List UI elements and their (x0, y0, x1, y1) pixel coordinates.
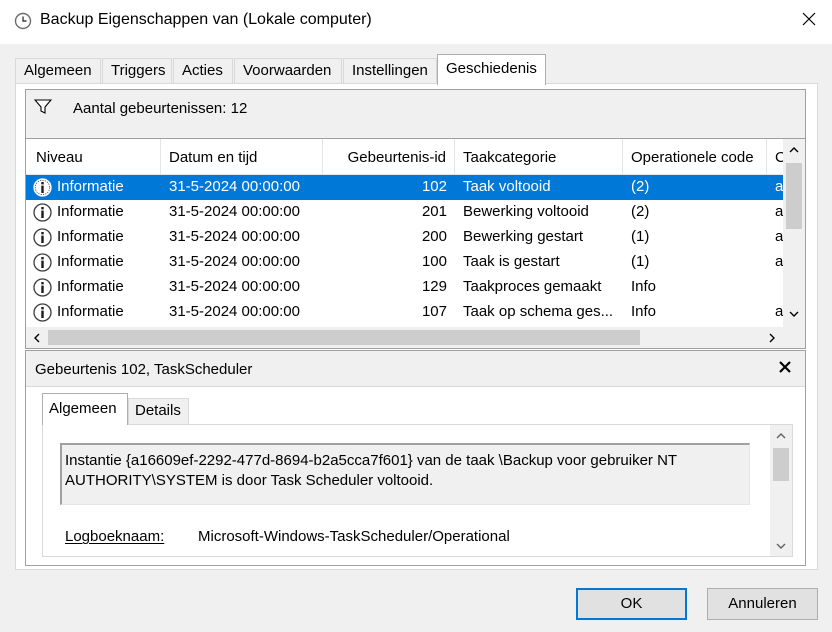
detail-scroll-thumb[interactable] (773, 448, 789, 481)
cell-event-id: 102 (421, 178, 447, 195)
close-icon[interactable] (779, 361, 791, 373)
cell-event-id: 200 (421, 228, 447, 245)
detail-tab-panel: Instantie {a16609ef-2292-477d-8694-b2a5c… (42, 424, 793, 557)
scroll-left-arrow[interactable] (26, 327, 48, 348)
event-description[interactable]: Instantie {a16609ef-2292-477d-8694-b2a5c… (60, 443, 750, 505)
chevron-down-icon (776, 543, 786, 549)
column-header-datum[interactable]: Datum en tijd (161, 139, 323, 175)
detail-tab-details[interactable]: Details (128, 398, 189, 424)
cell-opcode: (1) (631, 228, 650, 245)
scroll-up-arrow[interactable] (783, 139, 805, 160)
cell-extra: a (775, 303, 783, 320)
cell-opcode: (2) (631, 178, 650, 195)
detail-tab-algemeen[interactable]: Algemeen (42, 393, 128, 425)
ok-button[interactable]: OK (576, 588, 687, 620)
tab-voorwaarden[interactable]: Voorwaarden (234, 58, 342, 84)
event-count: Aantal gebeurtenissen: 12 (73, 100, 248, 117)
cell-datetime: 31-5-2024 00:00:00 (169, 228, 300, 245)
cell-extra: a (775, 178, 783, 195)
chevron-left-icon (34, 333, 40, 342)
cell-category: Bewerking gestart (463, 228, 584, 245)
detail-vertical-scrollbar[interactable] (770, 425, 792, 556)
chevron-right-icon (769, 333, 775, 342)
table-row[interactable]: Informatie 31-5-2024 00:00:00 129 Taakproce… (26, 275, 783, 300)
log-name-value[interactable]: Microsoft-Windows-TaskScheduler/Operatio… (198, 528, 510, 545)
cell-datetime: 31-5-2024 00:00:00 (169, 253, 300, 270)
cell-event-id: 129 (421, 278, 447, 295)
event-grid: Niveau Datum en tijd Gebeurtenis-id Taak… (25, 138, 806, 349)
window-title: Backup Eigenschappen van (Lokale compute… (40, 11, 372, 28)
cell-event-id: 201 (421, 203, 447, 220)
cell-level: Informatie (57, 203, 124, 220)
close-icon (802, 12, 816, 26)
cell-event-id: 107 (421, 303, 447, 320)
column-header-opcode[interactable]: Operationele code (623, 139, 767, 175)
tab-geschiedenis[interactable]: Geschiedenis (437, 54, 546, 85)
cell-level: Informatie (57, 253, 124, 270)
scroll-right-arrow[interactable] (761, 327, 783, 348)
tab-acties[interactable]: Acties (173, 58, 233, 84)
log-name-label: Logboeknaam: (65, 528, 165, 545)
scroll-down-arrow[interactable] (783, 303, 805, 324)
tab-triggers[interactable]: Triggers (102, 58, 172, 84)
cell-datetime: 31-5-2024 00:00:00 (169, 303, 300, 320)
cell-opcode: Info (631, 303, 657, 320)
cell-datetime: 31-5-2024 00:00:00 (169, 203, 300, 220)
cell-datetime: 31-5-2024 00:00:00 (169, 178, 300, 195)
chevron-down-icon (789, 311, 799, 317)
column-header-niveau[interactable]: Niveau (26, 139, 161, 175)
cell-category: Bewerking voltooid (463, 203, 589, 220)
cell-level: Informatie (57, 178, 124, 195)
cell-opcode: (2) (631, 203, 650, 220)
table-row[interactable]: Informatie 31-5-2024 00:00:00 201 Bewerking… (26, 200, 783, 225)
table-row[interactable]: Informatie 31-5-2024 00:00:00 100 Taak is g… (26, 250, 783, 275)
detail-title: Gebeurtenis 102, TaskScheduler (35, 361, 253, 378)
tab-algemeen[interactable]: Algemeen (15, 58, 101, 84)
grid-vertical-scrollbar[interactable] (783, 139, 805, 327)
cell-category: Taak op schema ges... (463, 303, 614, 320)
cell-extra: a (775, 253, 783, 270)
cell-category: Taakproces gemaakt (463, 278, 602, 295)
cell-opcode: Info (631, 278, 657, 295)
table-row[interactable]: Informatie 31-5-2024 00:00:00 200 Bewerking… (26, 225, 783, 250)
chevron-up-icon (776, 432, 786, 438)
cell-category: Taak voltooid (463, 178, 551, 195)
cell-level: Informatie (57, 278, 124, 295)
cell-event-id: 100 (421, 253, 447, 270)
cell-extra: a (775, 203, 783, 220)
cell-datetime: 31-5-2024 00:00:00 (169, 278, 300, 295)
cell-category: Taak is gestart (463, 253, 560, 270)
column-header-categorie[interactable]: Taakcategorie (455, 139, 623, 175)
filter-bar: Aantal gebeurtenissen: 12 (25, 89, 806, 138)
cancel-button[interactable]: Annuleren (707, 588, 818, 620)
window-close-button[interactable] (786, 0, 832, 38)
event-detail-pane: Gebeurtenis 102, TaskScheduler Algemeen … (25, 350, 806, 566)
cell-extra (767, 275, 783, 300)
column-header-id[interactable]: Gebeurtenis-id (323, 139, 455, 175)
tab-instellingen[interactable]: Instellingen (343, 58, 437, 84)
table-row[interactable]: Informatie 31-5-2024 00:00:00 107 Taak op s… (26, 300, 783, 325)
clock-icon (14, 12, 32, 30)
cell-extra: a (775, 228, 783, 245)
scroll-corner (783, 327, 805, 348)
grid-horizontal-scrollbar[interactable] (26, 327, 783, 348)
filter-icon[interactable] (34, 99, 52, 115)
grid-header: Niveau Datum en tijd Gebeurtenis-id Taak… (26, 139, 783, 175)
table-row[interactable]: Informatie 31-5-2024 00:00:00 102 Taak volt… (26, 175, 783, 200)
detail-header: Gebeurtenis 102, TaskScheduler (26, 351, 805, 387)
cell-level: Informatie (57, 303, 124, 320)
column-header-extra[interactable]: C (767, 139, 783, 175)
vertical-scroll-thumb[interactable] (786, 163, 802, 229)
detail-scroll-up-arrow[interactable] (770, 425, 792, 446)
detail-scroll-down-arrow[interactable] (770, 535, 792, 556)
chevron-up-icon (789, 146, 799, 152)
horizontal-scroll-thumb[interactable] (48, 330, 640, 345)
title-bar: Backup Eigenschappen van (Lokale compute… (0, 0, 832, 44)
cell-level: Informatie (57, 228, 124, 245)
cell-opcode: (1) (631, 253, 650, 270)
